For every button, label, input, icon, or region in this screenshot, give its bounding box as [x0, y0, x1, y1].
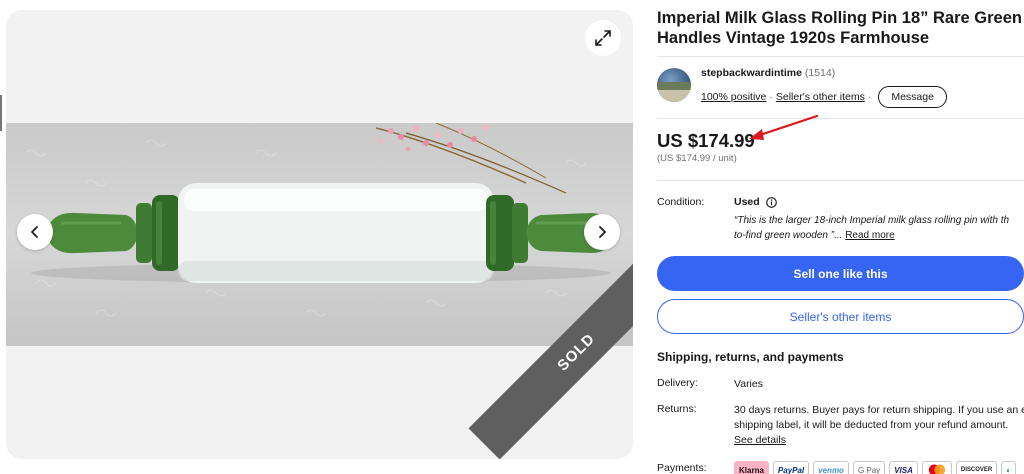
listing-title: Imperial Milk Glass Rolling Pin 18” Rare…	[657, 9, 1022, 47]
condition-label: Condition:	[657, 196, 705, 208]
expand-icon	[595, 30, 611, 46]
previous-image-button[interactable]	[17, 214, 53, 250]
mastercard-icon	[928, 464, 946, 474]
venmo-logo: venmo	[813, 461, 849, 474]
see-details-link[interactable]: See details	[734, 433, 1024, 448]
condition-description: “This is the larger 18-inch Imperial mil…	[734, 213, 1024, 243]
seller-name-row: stepbackwardintime (1514)	[701, 67, 835, 79]
returns-line2: shipping label, it will be deducted from…	[734, 419, 1009, 431]
info-icon[interactable]	[765, 196, 777, 208]
seller-feedback-count: (1514)	[804, 67, 836, 79]
seller-other-items-link[interactable]: Seller's other items	[776, 91, 865, 103]
divider	[657, 56, 1024, 57]
separator-dot: ·	[769, 91, 773, 103]
read-more-link[interactable]: Read more	[845, 230, 894, 241]
seller-avatar[interactable]	[657, 68, 691, 102]
divider	[657, 118, 1024, 119]
avatar-image	[657, 82, 691, 102]
chevron-left-icon	[31, 226, 38, 238]
returns-line1: 30 days returns. Buyer pays for return s…	[734, 404, 1024, 416]
condition-value: Used	[734, 196, 777, 208]
next-image-button[interactable]	[584, 214, 620, 250]
seller-name[interactable]: stepbackwardintime	[701, 67, 802, 79]
seller-links: 100% positive · Seller's other items · M…	[701, 86, 947, 108]
message-button[interactable]: Message	[878, 86, 947, 108]
google-pay-logo: G Pay	[852, 461, 886, 474]
product-photo	[6, 123, 633, 346]
delivery-label: Delivery:	[657, 377, 698, 389]
seller-positive-link[interactable]: 100% positive	[701, 91, 766, 103]
condition-description-text: to-find green wooden ”...	[734, 230, 843, 241]
visa-logo: VISA	[889, 461, 918, 474]
image-gallery: SOLD	[6, 10, 633, 459]
discover-logo: DISCOVER	[955, 461, 998, 474]
rolling-pin-image	[25, 123, 616, 317]
divider	[657, 180, 1024, 181]
unit-price: (US $174.99 / unit)	[657, 153, 737, 164]
sell-one-like-this-button[interactable]: Sell one like this	[657, 256, 1024, 291]
price: US $174.99	[657, 130, 755, 151]
shipping-heading: Shipping, returns, and payments	[657, 350, 844, 364]
paypal-logo: PayPal	[772, 461, 810, 474]
payments-label: Payments:	[657, 462, 707, 474]
returns-label: Returns:	[657, 403, 697, 415]
condition-description-line2: to-find green wooden ”... Read more	[734, 228, 1024, 243]
condition-description-line1: “This is the larger 18-inch Imperial mil…	[734, 215, 1010, 226]
condition-text: Used	[734, 196, 760, 208]
page-edge-indicator	[0, 95, 2, 131]
delivery-value: Varies	[734, 378, 763, 390]
payment-methods: Klarna PayPal venmo G Pay VISA DISCOVER …	[734, 461, 1017, 474]
mastercard-logo	[921, 461, 952, 474]
klarna-logo: Klarna	[734, 461, 769, 474]
expand-image-button[interactable]	[585, 20, 621, 56]
red-arrow-annotation	[749, 114, 819, 140]
chevron-right-icon	[599, 226, 606, 238]
returns-value: 30 days returns. Buyer pays for return s…	[734, 403, 1024, 448]
diners-logo: ◐	[1001, 461, 1017, 474]
listing-info-panel: Imperial Milk Glass Rolling Pin 18” Rare…	[657, 0, 1024, 474]
sellers-other-items-button[interactable]: Seller's other items	[657, 299, 1024, 334]
separator-dot: ·	[867, 91, 872, 103]
